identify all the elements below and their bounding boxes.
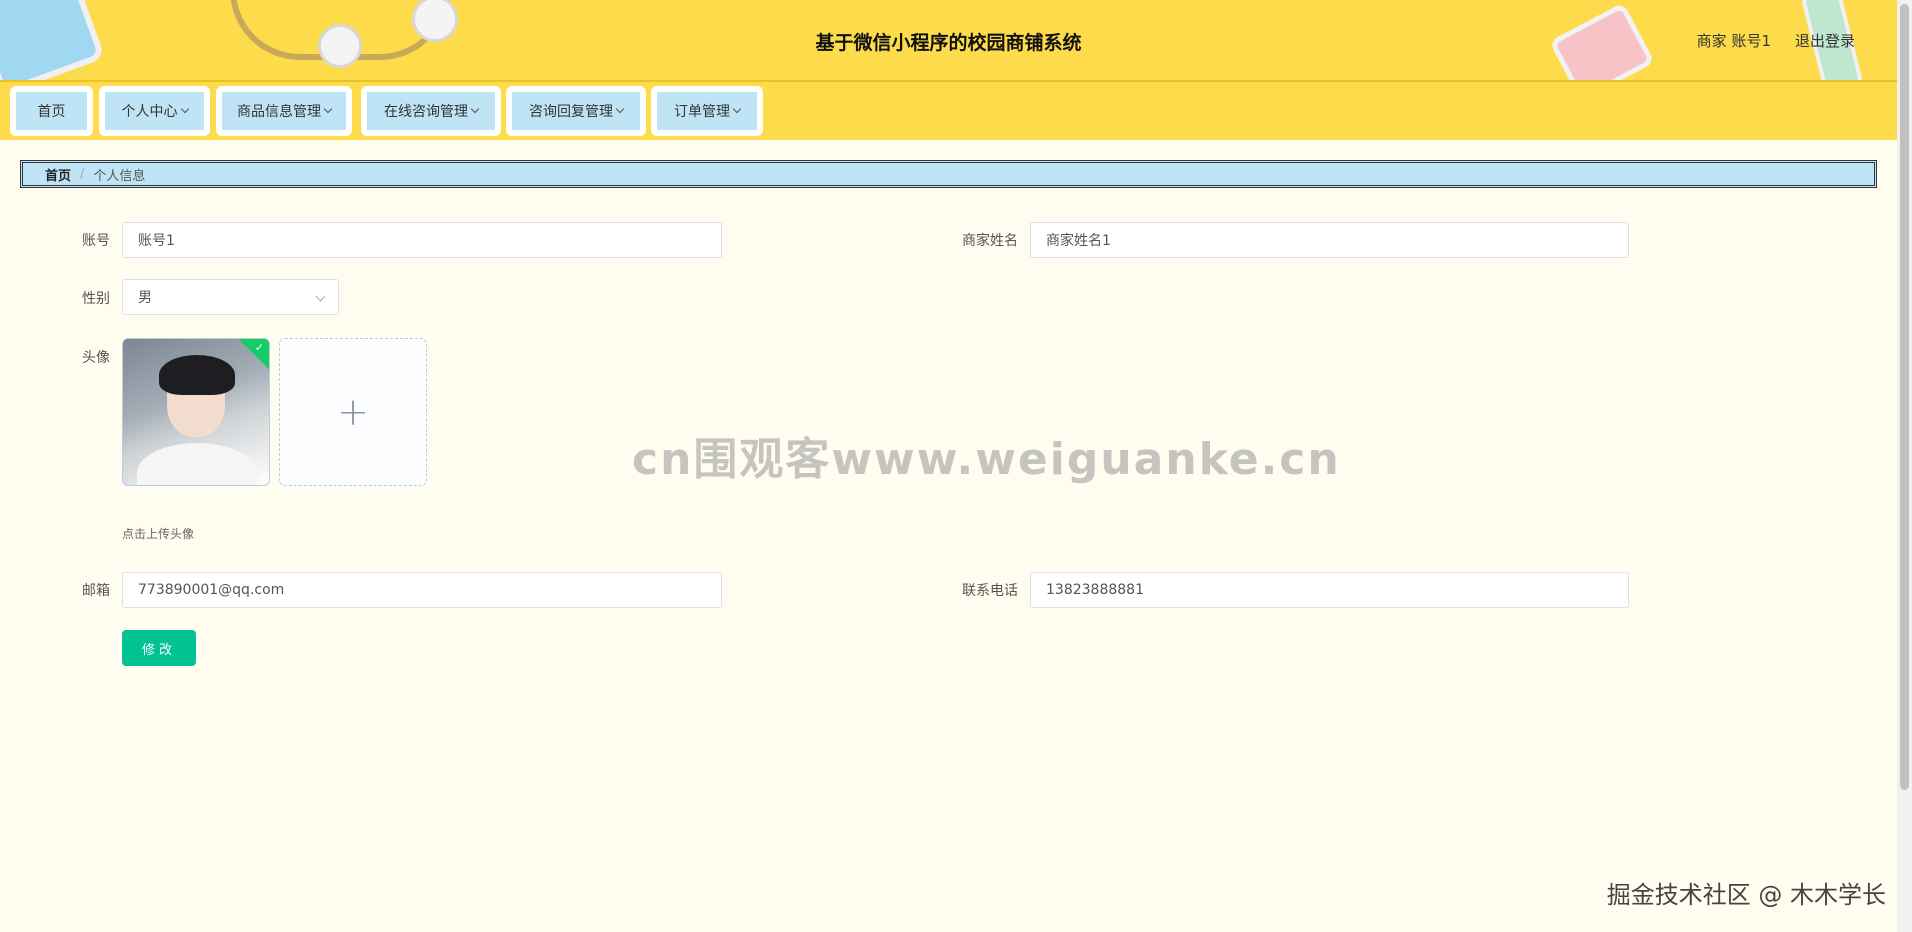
merchant-name-field[interactable]: 商家姓名1 [1030,222,1629,258]
avatar-thumbnail[interactable]: ✓ [122,338,270,486]
breadcrumb: 首页 / 个人信息 [20,160,1877,188]
plus-icon: + [337,390,369,434]
avatar-figure-body [137,443,257,485]
breadcrumb-separator: / [80,166,85,182]
header-user-area: 商家 账号1 退出登录 [1697,30,1855,51]
chevron-down-icon [315,291,326,302]
nav-item-label: 在线咨询管理 [384,104,468,120]
phone-label: 联系电话 [962,583,1018,599]
email-field-value: 773890001@qq.com [138,582,285,598]
account-label: 账号 [82,233,110,249]
nav-item-label: 订单管理 [674,104,730,120]
breadcrumb-home[interactable]: 首页 [45,165,71,184]
nav-item-label: 首页 [37,104,66,120]
nav-item-orders[interactable]: 订单管理 [651,86,763,136]
check-icon: ✓ [254,341,264,354]
scrollbar-thumb[interactable] [1900,4,1909,790]
avatar-figure-hair [159,355,235,395]
account-field[interactable]: 账号1 [122,222,722,258]
logout-link[interactable]: 退出登录 [1795,30,1855,51]
gender-select[interactable]: 男 [122,279,339,315]
chevron-down-icon [323,104,333,114]
account-field-value: 账号1 [138,233,175,249]
footer-watermark: 掘金技术社区 @ 木木学长 [1606,881,1886,909]
merchant-name-field-value: 商家姓名1 [1046,233,1111,249]
breadcrumb-current: 个人信息 [93,168,146,184]
gender-label: 性别 [82,291,110,307]
nav-item-label: 个人中心 [121,104,178,120]
chevron-down-icon [732,104,742,114]
email-field[interactable]: 773890001@qq.com [122,572,722,608]
nav-item-product-info[interactable]: 商品信息管理 [216,86,352,136]
phone-field-value: 13823888881 [1046,582,1144,598]
avatar-upload-tip: 点击上传头像 [122,527,195,541]
chevron-down-icon [180,104,189,114]
modify-button[interactable]: 修改 [122,630,196,666]
nav-item-label: 咨询回复管理 [529,104,613,120]
top-nav: 首页 个人中心 商品信息管理 在线咨询管理 咨询回复管理 订单管理 [0,82,1897,140]
gender-select-value: 男 [138,290,152,306]
nav-item-label: 商品信息管理 [237,104,321,120]
chevron-down-icon [470,104,480,114]
nav-item-personal-center[interactable]: 个人中心 [99,86,210,136]
app-header: 基于微信小程序的校园商铺系统 商家 账号1 退出登录 [0,0,1897,82]
upload-success-badge [237,339,269,371]
nav-item-online-consult[interactable]: 在线咨询管理 [361,86,501,136]
app-title: 基于微信小程序的校园商铺系统 [815,32,1082,54]
avatar-label: 头像 [82,350,110,366]
current-user-label[interactable]: 商家 账号1 [1697,30,1771,51]
site-watermark: cn围观客www.weiguanke.cn [632,434,1341,485]
phone-field[interactable]: 13823888881 [1030,572,1629,608]
nav-item-home[interactable]: 首页 [10,86,93,136]
avatar-upload-button[interactable]: + [279,338,427,486]
merchant-name-label: 商家姓名 [962,233,1018,249]
page-scrollbar[interactable] [1897,0,1912,932]
chevron-down-icon [615,104,625,114]
nav-item-consult-reply[interactable]: 咨询回复管理 [506,86,646,136]
email-label: 邮箱 [82,583,110,599]
